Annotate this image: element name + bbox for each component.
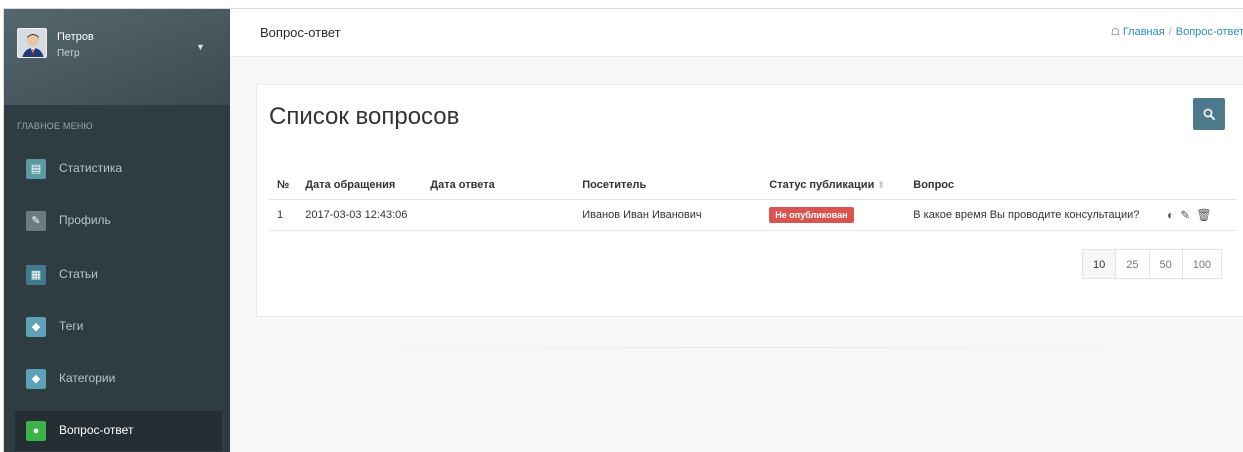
sidebar-item-label: Категории <box>59 371 116 385</box>
questions-table: № Дата обращения Дата ответа Посетитель … <box>269 172 1237 231</box>
cell-status: Не опубликован <box>761 199 906 231</box>
panel-title: Список вопросов <box>269 103 460 130</box>
col-visitor[interactable]: Посетитель <box>574 172 762 200</box>
newspaper-icon: ▦ <box>26 265 46 285</box>
page-size-10[interactable]: 10 <box>1082 249 1117 279</box>
questions-panel: Список вопросов № Дата обращения Дата от… <box>256 84 1243 317</box>
table-header-row: № Дата обращения Дата ответа Посетитель … <box>269 172 1237 200</box>
cell-date-answer <box>422 199 575 231</box>
sidebar-item-articles[interactable]: ▦ Статьи <box>15 255 222 295</box>
sidebar-item-label: Вопрос-ответ <box>59 423 134 437</box>
col-date-answer[interactable]: Дата ответа <box>422 172 575 200</box>
page-header: Вопрос-ответ <box>260 25 341 40</box>
eye-slash-icon[interactable]: ◐ <box>1167 208 1174 222</box>
home-icon: ☖ <box>1110 27 1120 38</box>
tag-icon: ◆ <box>26 317 46 337</box>
col-date-request[interactable]: Дата обращения <box>297 172 423 200</box>
pencil-icon: ✎ <box>26 211 46 231</box>
col-status[interactable]: Статус публикации ⇕ <box>761 172 906 200</box>
sidebar-item-statistics[interactable]: ▤ Статистика <box>15 149 222 189</box>
page-size-25[interactable]: 25 <box>1115 249 1150 279</box>
cell-num: 1 <box>269 199 298 231</box>
cell-actions: ◐ ✎ 🗑 <box>1159 199 1237 231</box>
col-question[interactable]: Вопрос <box>905 172 1159 200</box>
sidebar-item-label: Теги <box>59 319 84 333</box>
sidebar-item-profile[interactable]: ✎ Профиль <box>15 201 222 241</box>
page-size-100[interactable]: 100 <box>1181 249 1223 279</box>
main-content: Вопрос-ответ ☖ Главная / Вопрос-ответ Списо… <box>230 9 1243 452</box>
sidebar-item-label: Статьи <box>59 267 98 281</box>
menu-title: ГЛАВНОЕ МЕНЮ <box>17 121 93 131</box>
breadcrumb-home[interactable]: Главная <box>1123 26 1165 38</box>
col-num: № <box>269 172 298 200</box>
comment-icon: ● <box>26 421 46 441</box>
caret-down-icon[interactable]: ▼ <box>196 42 205 52</box>
user-name: Петров <box>57 31 94 43</box>
tags-icon: ◆ <box>26 369 46 389</box>
list-icon: ▤ <box>26 159 46 179</box>
sidebar-item-label: Статистика <box>59 161 123 175</box>
breadcrumb: ☖ Главная / Вопрос-ответ <box>1111 26 1243 38</box>
col-actions <box>1159 172 1237 200</box>
user-panel[interactable]: Петров Петр ▼ <box>4 9 230 105</box>
breadcrumb-current[interactable]: Вопрос-ответ <box>1176 26 1243 38</box>
breadcrumb-separator: / <box>1168 26 1172 38</box>
col-status-label: Статус публикации <box>769 179 875 192</box>
sidebar-item-qa[interactable]: ● Вопрос-ответ <box>15 411 222 451</box>
sidebar-item-categories[interactable]: ◆ Категории <box>15 359 222 399</box>
cell-question: В какое время Вы проводите консультации? <box>905 199 1159 231</box>
sidebar-item-tags[interactable]: ◆ Теги <box>15 307 222 347</box>
page-size-50[interactable]: 50 <box>1148 249 1183 279</box>
page-size-selector: 10 25 50 100 <box>1082 249 1223 279</box>
trash-icon[interactable]: 🗑 <box>1196 208 1211 222</box>
user-sub: Петр <box>57 48 80 59</box>
divider <box>290 347 1220 348</box>
avatar <box>17 28 47 58</box>
edit-icon[interactable]: ✎ <box>1180 208 1190 222</box>
app-frame: Петров Петр ▼ ГЛАВНОЕ МЕНЮ ▤ Статистика … <box>3 8 1243 452</box>
topbar: Вопрос-ответ ☖ Главная / Вопрос-ответ <box>230 9 1243 57</box>
sidebar: Петров Петр ▼ ГЛАВНОЕ МЕНЮ ▤ Статистика … <box>4 9 230 452</box>
search-icon <box>1203 108 1215 120</box>
cell-visitor: Иванов Иван Иванович <box>574 199 762 231</box>
search-button[interactable] <box>1193 98 1225 130</box>
cell-date-request: 2017-03-03 12:43:06 <box>297 199 423 231</box>
table-row: 1 2017-03-03 12:43:06 Иванов Иван Иванов… <box>269 199 1237 231</box>
sort-icon[interactable]: ⇕ <box>877 180 885 190</box>
status-badge: Не опубликован <box>769 206 854 223</box>
sidebar-item-label: Профиль <box>59 213 111 227</box>
